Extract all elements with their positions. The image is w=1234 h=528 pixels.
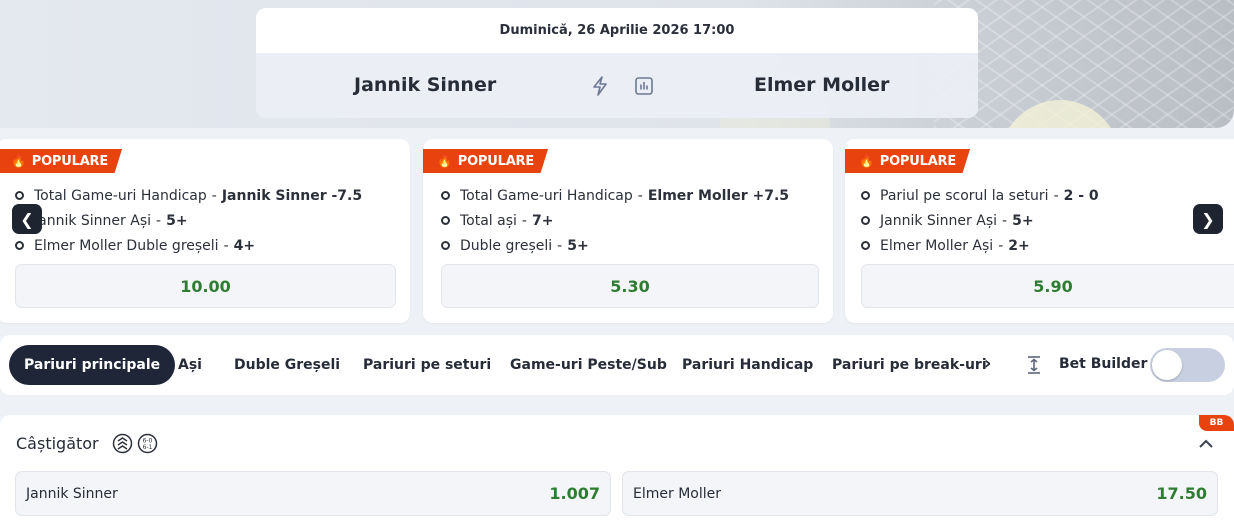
- stats-icon[interactable]: [634, 76, 654, 96]
- home-team-name: Jannik Sinner: [354, 74, 497, 96]
- carousel-next-button[interactable]: ❯: [1193, 204, 1223, 234]
- tab-game-uri-peste-sub[interactable]: Game-uri Peste/Sub: [510, 345, 667, 385]
- selection-away[interactable]: Elmer Moller 17.50: [622, 471, 1218, 516]
- popular-bet-card[interactable]: 🔥 POPULARE Pariul pe scorul la seturi -2 -…: [845, 139, 1234, 323]
- chevron-up-icon[interactable]: [1198, 435, 1214, 454]
- tab-duble-greseli[interactable]: Duble Greșeli: [234, 345, 340, 385]
- popular-tag: 🔥 POPULARE: [845, 149, 971, 173]
- selection-odds: 17.50: [1156, 484, 1207, 503]
- bet-builder-label: Bet Builder: [1059, 356, 1148, 372]
- combo-odds-button[interactable]: 10.00: [15, 264, 396, 308]
- bet-leg: Pariul pe scorul la seturi -2 - 0: [861, 183, 1099, 208]
- bet-leg: Jannik Sinner Ași -5+: [861, 208, 1099, 233]
- event-hero: Duminică, 26 Aprilie 2026 17:00 Jannik S…: [0, 0, 1234, 128]
- tab-pariuri-handicap[interactable]: Pariuri Handicap: [682, 345, 813, 385]
- market-title: Câștigător: [16, 434, 99, 453]
- bet-leg: Total Game-uri Handicap - Elmer Moller +7.…: [441, 183, 789, 208]
- expand-vertical-icon[interactable]: [1025, 355, 1043, 379]
- bet-builder-toggle[interactable]: [1150, 348, 1225, 382]
- market-winner: BB Câștigător 6-0 6-1 Jannik Sinner 1.007…: [0, 415, 1234, 528]
- popular-bet-card[interactable]: 🔥 POPULARE Total Game-uri Handicap - Elmer …: [423, 139, 833, 323]
- tab-pariuri-pe-seturi[interactable]: Pariuri pe seturi: [363, 345, 491, 385]
- tab-pariuri-principale[interactable]: Pariuri principale: [9, 345, 176, 385]
- flame-icon: 🔥: [859, 154, 874, 168]
- bet-leg: Elmer Moller Duble greșeli -4+: [15, 233, 362, 258]
- away-team-name: Elmer Moller: [754, 74, 890, 96]
- combo-odds-button[interactable]: 5.90: [861, 264, 1234, 308]
- svg-text:6-1: 6-1: [143, 444, 153, 451]
- bet-leg: Total Game-uri Handicap - Jannik Sinner -7…: [15, 183, 362, 208]
- tab-asi[interactable]: Ași: [178, 345, 202, 385]
- chevron-right-icon[interactable]: ›: [984, 353, 991, 374]
- bet-leg: Duble greșeli -5+: [441, 233, 789, 258]
- flame-icon: 🔥: [11, 154, 26, 168]
- toggle-knob: [1152, 350, 1182, 380]
- selection-name: Jannik Sinner: [26, 485, 118, 502]
- bet-leg: Jannik Sinner Ași -5+: [15, 208, 362, 233]
- bet-builder-icon: [112, 433, 133, 454]
- chevron-right-icon: ❯: [1201, 209, 1215, 229]
- bet-leg: Elmer Moller Ași -2+: [861, 233, 1099, 258]
- selection-odds: 1.007: [549, 484, 600, 503]
- score-icon: 6-06-1: [137, 433, 158, 454]
- combo-odds-button[interactable]: 5.30: [441, 264, 819, 308]
- bolt-icon[interactable]: [590, 76, 610, 96]
- chevron-left-icon: ❮: [20, 209, 34, 229]
- selection-name: Elmer Moller: [633, 485, 721, 502]
- selection-home[interactable]: Jannik Sinner 1.007: [15, 471, 611, 516]
- match-date: Duminică, 26 Aprilie 2026 17:00: [256, 8, 978, 53]
- bet-leg: Total ași -7+: [441, 208, 789, 233]
- popular-tag: 🔥 POPULARE: [0, 149, 123, 173]
- market-tabs-bar: Pariuri principale Ași Duble Greșeli Par…: [0, 335, 1234, 395]
- tab-pariuri-pe-break-uri[interactable]: Pariuri pe break-uri: [832, 345, 987, 385]
- bet-builder-badge: BB: [1199, 415, 1234, 431]
- popular-tag: 🔥 POPULARE: [423, 149, 549, 173]
- flame-icon: 🔥: [437, 154, 452, 168]
- carousel-prev-button[interactable]: ❮: [12, 204, 42, 234]
- match-header-card: Duminică, 26 Aprilie 2026 17:00 Jannik S…: [256, 8, 978, 118]
- popular-bet-card[interactable]: 🔥 POPULARE Total Game-uri Handicap - Jannik…: [0, 139, 410, 323]
